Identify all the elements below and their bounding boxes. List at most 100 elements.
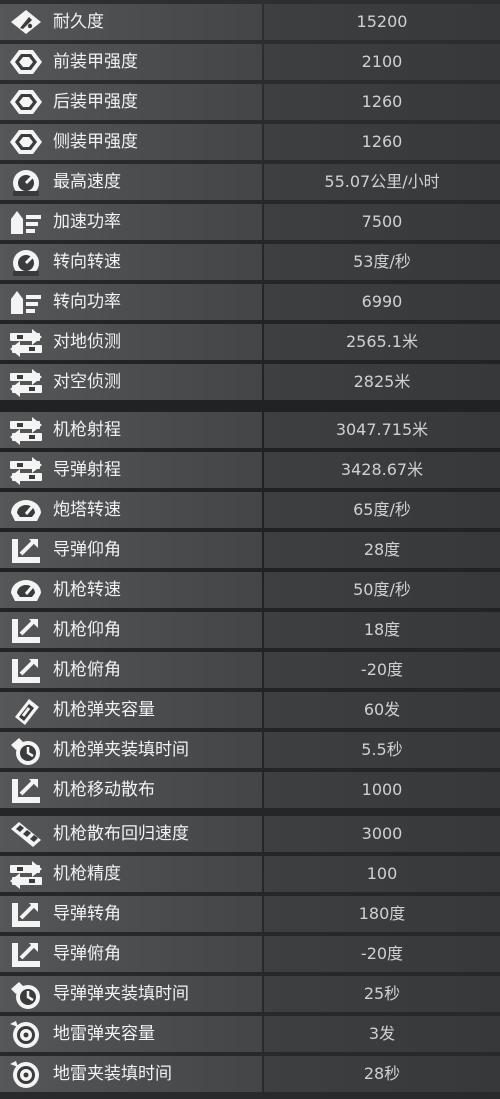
armor-icon xyxy=(7,127,45,157)
stat-label-cell: 导弹仰角 xyxy=(0,532,262,568)
stat-value-cell: 1260 xyxy=(264,84,500,120)
stat-value: 100 xyxy=(366,864,398,883)
stat-value: 3发 xyxy=(368,1024,396,1043)
angle-icon xyxy=(7,655,45,685)
stat-label: 转向功率 xyxy=(53,292,121,312)
mine-icon xyxy=(7,1059,45,1089)
stat-row: 导弹弹夹装填时间 25秒 xyxy=(0,976,500,1012)
stat-value-cell: 28秒 xyxy=(264,1056,500,1092)
stat-value: 55.07公里/小时 xyxy=(324,172,440,191)
stat-value: -20度 xyxy=(360,660,404,679)
stat-row: 地雷夹装填时间 28秒 xyxy=(0,1056,500,1092)
stat-value: 3000 xyxy=(361,824,403,843)
stat-value: 15200 xyxy=(356,12,408,31)
stat-label-cell: 侧装甲强度 xyxy=(0,124,262,160)
stat-value-cell: -20度 xyxy=(264,936,500,972)
stat-value-cell: 60发 xyxy=(264,692,500,728)
angle-icon xyxy=(7,775,45,805)
stat-value-cell: 53度/秒 xyxy=(264,244,500,280)
stat-row: 导弹仰角 28度 xyxy=(0,532,500,568)
stat-label-cell: 加速功率 xyxy=(0,204,262,240)
stat-value-cell: 2100 xyxy=(264,44,500,80)
angle-icon xyxy=(7,615,45,645)
stat-row: 加速功率 7500 xyxy=(0,204,500,240)
stat-row: 机枪弹夹容量 60发 xyxy=(0,692,500,728)
stat-row: 对空侦测 2825米 xyxy=(0,364,500,400)
stat-value: 2100 xyxy=(361,52,403,71)
turret-speed-icon xyxy=(7,575,45,605)
mine-icon xyxy=(7,1019,45,1049)
stat-label: 导弹俯角 xyxy=(53,944,121,964)
stat-row: 导弹射程 3428.67米 xyxy=(0,452,500,488)
stat-label: 导弹射程 xyxy=(53,460,121,480)
stat-label: 导弹转角 xyxy=(53,904,121,924)
stat-value: 1000 xyxy=(361,780,403,799)
stat-value: 7500 xyxy=(361,212,403,231)
stat-row: 机枪移动散布 1000 xyxy=(0,772,500,808)
reload-timer-icon xyxy=(7,979,45,1009)
stat-value-cell: 3428.67米 xyxy=(264,452,500,488)
stat-value-cell: 18度 xyxy=(264,612,500,648)
stat-label: 机枪射程 xyxy=(53,420,121,440)
stat-row: 转向功率 6990 xyxy=(0,284,500,320)
stats-panel: 耐久度 15200 前装甲强度 2100 后装甲强度 1260 侧装甲强度 1260 最高速度 5… xyxy=(0,0,500,1099)
angle-icon xyxy=(7,939,45,969)
stat-label: 机枪仰角 xyxy=(53,620,121,640)
stat-label: 地雷夹装填时间 xyxy=(53,1064,172,1084)
stat-row: 对地侦测 2565.1米 xyxy=(0,324,500,360)
stat-label-cell: 机枪俯角 xyxy=(0,652,262,688)
turret-speed-icon xyxy=(7,495,45,525)
stat-value: 5.5秒 xyxy=(361,740,403,759)
stat-label: 机枪散布回归速度 xyxy=(53,824,189,844)
armor-icon xyxy=(7,87,45,117)
power-icon xyxy=(7,207,45,237)
stat-row: 机枪散布回归速度 3000 xyxy=(0,816,500,852)
stat-value-cell: 15200 xyxy=(264,4,500,40)
stat-label: 前装甲强度 xyxy=(53,52,138,72)
stat-label-cell: 后装甲强度 xyxy=(0,84,262,120)
range-icon xyxy=(7,455,45,485)
stat-value: 3047.715米 xyxy=(335,420,429,439)
stat-value-cell: 2825米 xyxy=(264,364,500,400)
stat-label-cell: 最高速度 xyxy=(0,164,262,200)
power-icon xyxy=(7,287,45,317)
stat-row: 耐久度 15200 xyxy=(0,4,500,40)
stat-label-cell: 对空侦测 xyxy=(0,364,262,400)
stat-value: 2825米 xyxy=(353,372,411,391)
stat-label: 机枪弹夹容量 xyxy=(53,700,155,720)
stat-label: 机枪转速 xyxy=(53,580,121,600)
stat-row: 最高速度 55.07公里/小时 xyxy=(0,164,500,200)
stat-label: 侧装甲强度 xyxy=(53,132,138,152)
stat-label-cell: 机枪弹夹装填时间 xyxy=(0,732,262,768)
stat-value-cell: 100 xyxy=(264,856,500,892)
stat-value: 1260 xyxy=(361,132,403,151)
stat-value: 1260 xyxy=(361,92,403,111)
stat-label: 耐久度 xyxy=(53,12,104,32)
stat-label-cell: 地雷弹夹容量 xyxy=(0,1016,262,1052)
stat-value: 18度 xyxy=(363,620,401,639)
stat-label: 机枪俯角 xyxy=(53,660,121,680)
speedometer-icon xyxy=(7,167,45,197)
stat-label-cell: 机枪射程 xyxy=(0,412,262,448)
stat-value-cell: 2565.1米 xyxy=(264,324,500,360)
stat-value: 25秒 xyxy=(363,984,401,1003)
stat-value: 53度/秒 xyxy=(353,252,411,271)
stat-label-cell: 导弹俯角 xyxy=(0,936,262,972)
stat-label: 导弹仰角 xyxy=(53,540,121,560)
stat-label-cell: 转向功率 xyxy=(0,284,262,320)
stat-label-cell: 导弹射程 xyxy=(0,452,262,488)
stat-label: 炮塔转速 xyxy=(53,500,121,520)
stat-label-cell: 前装甲强度 xyxy=(0,44,262,80)
stat-label: 导弹弹夹装填时间 xyxy=(53,984,189,1004)
stat-label: 加速功率 xyxy=(53,212,121,232)
stat-value-cell: 50度/秒 xyxy=(264,572,500,608)
stat-value-cell: 25秒 xyxy=(264,976,500,1012)
stat-row: 侧装甲强度 1260 xyxy=(0,124,500,160)
stat-row: 机枪仰角 18度 xyxy=(0,612,500,648)
range-icon xyxy=(7,367,45,397)
armor-icon xyxy=(7,47,45,77)
stat-value-cell: 180度 xyxy=(264,896,500,932)
stat-value: 28度 xyxy=(363,540,401,559)
stat-label-cell: 地雷夹装填时间 xyxy=(0,1056,262,1092)
stat-value-cell: 6990 xyxy=(264,284,500,320)
